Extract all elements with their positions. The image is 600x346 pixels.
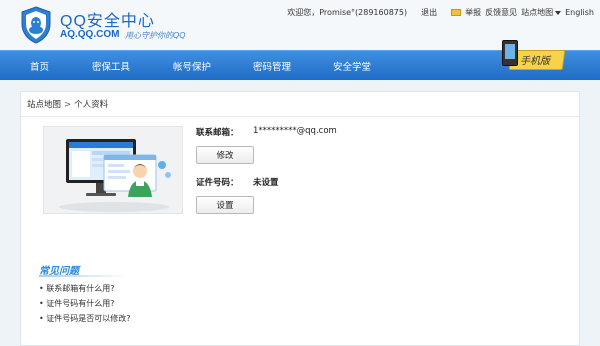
faq-item-id-use[interactable]: 证件号码有什么用? bbox=[39, 296, 131, 311]
mobile-version-label: 手机版 bbox=[520, 56, 550, 67]
modify-email-button[interactable]: 修改 bbox=[196, 146, 254, 164]
nav-item-security-academy[interactable]: 安全学堂 bbox=[333, 59, 371, 73]
set-id-number-button[interactable]: 设置 bbox=[196, 196, 254, 214]
site-url[interactable]: AQ.QQ.COM bbox=[60, 29, 119, 40]
breadcrumb-current: 个人资料 bbox=[74, 100, 109, 110]
phone-icon bbox=[502, 40, 518, 66]
faq-list: 联系邮箱有什么用? 证件号码有什么用? 证件号码是否可以修改? bbox=[39, 281, 131, 326]
faq-item-email-use[interactable]: 联系邮箱有什么用? bbox=[39, 281, 131, 296]
nav-item-security-tools[interactable]: 密保工具 bbox=[92, 59, 130, 73]
id-number-value: 未设置 bbox=[253, 178, 279, 188]
qq-shield-logo-icon[interactable] bbox=[20, 6, 52, 44]
breadcrumb: 站点地图 > 个人资料 bbox=[27, 98, 108, 110]
email-value: 1*********@qq.com bbox=[253, 126, 337, 136]
welcome-text: 欢迎您，Promise°(289160875) bbox=[287, 8, 408, 17]
nav-item-home[interactable]: 首页 bbox=[30, 59, 49, 73]
nav-item-password-management[interactable]: 密码管理 bbox=[253, 59, 291, 73]
sitemap-menu[interactable]: 站点地图 bbox=[521, 7, 562, 18]
faq-underline bbox=[39, 275, 129, 277]
top-links: 欢迎您，Promise°(289160875) 退出 举报 反馈意见 站点地图 … bbox=[287, 7, 594, 18]
logout-link[interactable]: 退出 bbox=[421, 7, 437, 18]
chevron-down-icon bbox=[555, 10, 562, 15]
feedback-link[interactable]: 反馈意见 bbox=[485, 7, 517, 18]
divider bbox=[21, 116, 579, 117]
english-link[interactable]: English bbox=[565, 8, 594, 17]
site-slogan: 用心守护你的QQ bbox=[125, 31, 186, 40]
mobile-version-promo[interactable]: 手机版 bbox=[490, 40, 568, 74]
content-panel: 站点地图 > 个人资料 联系邮箱： 1*********@qq.com 修改 证… bbox=[20, 91, 580, 346]
profile-illustration bbox=[43, 126, 183, 214]
sitemap-label: 站点地图 bbox=[521, 8, 554, 17]
faq-item-id-modify[interactable]: 证件号码是否可以修改? bbox=[39, 311, 130, 326]
mail-icon[interactable] bbox=[451, 9, 462, 16]
site-title[interactable]: QQ安全中心 bbox=[60, 7, 155, 31]
nav-item-account-protection[interactable]: 帐号保护 bbox=[173, 59, 211, 73]
id-number-label: 证件号码： bbox=[196, 178, 239, 188]
report-link[interactable]: 举报 bbox=[465, 7, 481, 18]
email-label: 联系邮箱： bbox=[196, 128, 239, 138]
breadcrumb-sitemap-link[interactable]: 站点地图 bbox=[27, 100, 61, 110]
breadcrumb-separator: > bbox=[64, 100, 72, 110]
